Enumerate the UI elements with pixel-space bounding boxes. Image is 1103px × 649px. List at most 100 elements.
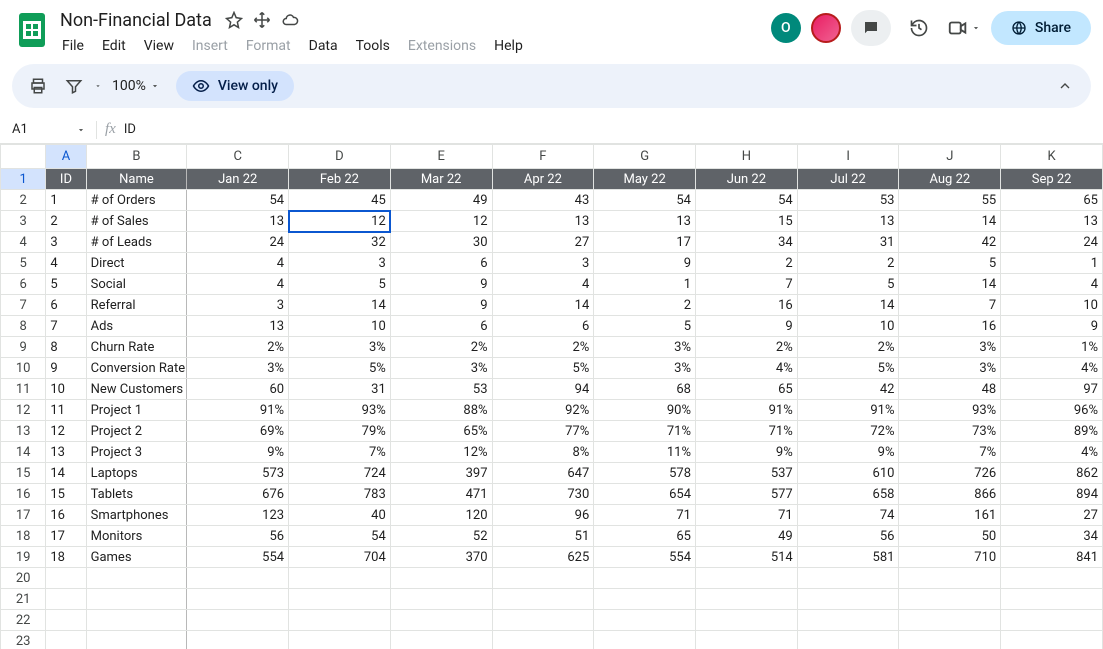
cell[interactable]: New Customers <box>86 379 187 400</box>
cell[interactable]: 13 <box>797 211 899 232</box>
cell[interactable]: 654 <box>594 484 696 505</box>
cell[interactable]: 96% <box>1001 400 1103 421</box>
row-header[interactable]: 11 <box>1 379 46 400</box>
cell[interactable]: 17 <box>46 526 86 547</box>
cell[interactable]: 10 <box>797 316 899 337</box>
cell[interactable]: 43 <box>492 190 594 211</box>
print-icon[interactable] <box>22 70 54 102</box>
cell[interactable]: 5% <box>492 358 594 379</box>
cell[interactable]: 52 <box>390 526 492 547</box>
cell[interactable]: 11% <box>594 442 696 463</box>
cell[interactable] <box>696 610 798 631</box>
cell[interactable]: Project 1 <box>86 400 187 421</box>
cell[interactable]: 15 <box>46 484 86 505</box>
cell[interactable] <box>289 568 391 589</box>
menu-data[interactable]: Data <box>301 34 346 58</box>
cell[interactable]: 3 <box>187 295 289 316</box>
row-header[interactable]: 12 <box>1 400 46 421</box>
cell[interactable]: 5 <box>797 274 899 295</box>
cell[interactable]: 24 <box>187 232 289 253</box>
cell[interactable]: 42 <box>797 379 899 400</box>
column-header-F[interactable]: F <box>492 145 594 169</box>
table-header-cell[interactable]: Jun 22 <box>696 169 798 190</box>
cell[interactable]: 5% <box>797 358 899 379</box>
cell[interactable]: 69% <box>187 421 289 442</box>
cell[interactable]: # of Sales <box>86 211 187 232</box>
column-header-H[interactable]: H <box>696 145 798 169</box>
cell[interactable]: 92% <box>492 400 594 421</box>
collaborator-avatar-1[interactable]: O <box>771 13 801 43</box>
cell[interactable]: 79% <box>289 421 391 442</box>
cell[interactable]: 724 <box>289 463 391 484</box>
cell[interactable] <box>594 631 696 649</box>
cell[interactable]: 73% <box>899 421 1001 442</box>
cell[interactable] <box>594 610 696 631</box>
column-header-G[interactable]: G <box>594 145 696 169</box>
cell[interactable] <box>46 589 86 610</box>
cell[interactable]: 730 <box>492 484 594 505</box>
chevron-down-icon[interactable] <box>94 82 102 90</box>
cell[interactable]: 4% <box>1001 358 1103 379</box>
cell[interactable] <box>899 631 1001 649</box>
cell[interactable]: 726 <box>899 463 1001 484</box>
cell[interactable]: 4 <box>1001 274 1103 295</box>
cell[interactable]: 40 <box>289 505 391 526</box>
cell[interactable]: 34 <box>696 232 798 253</box>
cell[interactable]: 647 <box>492 463 594 484</box>
cell[interactable]: Smartphones <box>86 505 187 526</box>
row-header[interactable]: 22 <box>1 610 46 631</box>
table-header-cell[interactable]: Feb 22 <box>289 169 391 190</box>
cell[interactable]: 56 <box>797 526 899 547</box>
cell[interactable] <box>187 610 289 631</box>
menu-edit[interactable]: Edit <box>94 34 134 58</box>
cell[interactable]: 7 <box>696 274 798 295</box>
cell[interactable]: 53 <box>390 379 492 400</box>
cell[interactable]: 2 <box>696 253 798 274</box>
cell[interactable]: 71% <box>696 421 798 442</box>
cell[interactable]: 14 <box>797 295 899 316</box>
cell[interactable]: 2 <box>46 211 86 232</box>
table-header-cell[interactable]: Sep 22 <box>1001 169 1103 190</box>
cell[interactable]: 471 <box>390 484 492 505</box>
cell[interactable]: 48 <box>899 379 1001 400</box>
cell[interactable]: 10 <box>1001 295 1103 316</box>
menu-tools[interactable]: Tools <box>348 34 398 58</box>
cell[interactable]: 60 <box>187 379 289 400</box>
chat-icon[interactable] <box>851 10 891 46</box>
cell[interactable]: 161 <box>899 505 1001 526</box>
table-header-cell[interactable]: May 22 <box>594 169 696 190</box>
row-header[interactable]: 6 <box>1 274 46 295</box>
cell[interactable]: 54 <box>187 190 289 211</box>
cell[interactable]: 4 <box>187 253 289 274</box>
row-header[interactable]: 10 <box>1 358 46 379</box>
cell[interactable]: 12% <box>390 442 492 463</box>
cell[interactable]: Project 3 <box>86 442 187 463</box>
cell[interactable] <box>390 610 492 631</box>
cell[interactable]: 54 <box>696 190 798 211</box>
cell[interactable]: Project 2 <box>86 421 187 442</box>
cell[interactable]: 658 <box>797 484 899 505</box>
cell[interactable]: 1 <box>46 190 86 211</box>
cell[interactable] <box>899 589 1001 610</box>
cell[interactable]: 2% <box>390 337 492 358</box>
cell[interactable]: 8% <box>492 442 594 463</box>
cell[interactable]: 10 <box>46 379 86 400</box>
cell[interactable] <box>797 631 899 649</box>
cell[interactable] <box>1001 610 1103 631</box>
cell[interactable]: 91% <box>696 400 798 421</box>
row-header[interactable]: 23 <box>1 631 46 649</box>
table-header-cell[interactable]: Name <box>86 169 187 190</box>
cell[interactable] <box>86 589 187 610</box>
cell[interactable]: 32 <box>289 232 391 253</box>
row-header[interactable]: 21 <box>1 589 46 610</box>
cell[interactable] <box>797 589 899 610</box>
cell[interactable]: 50 <box>899 526 1001 547</box>
cell[interactable]: 704 <box>289 547 391 568</box>
cell[interactable]: 2 <box>594 295 696 316</box>
table-header-cell[interactable]: Mar 22 <box>390 169 492 190</box>
cell[interactable]: 9% <box>696 442 798 463</box>
cell[interactable]: Laptops <box>86 463 187 484</box>
cell[interactable] <box>289 631 391 649</box>
cell[interactable]: 2% <box>797 337 899 358</box>
cell[interactable]: 6 <box>492 316 594 337</box>
